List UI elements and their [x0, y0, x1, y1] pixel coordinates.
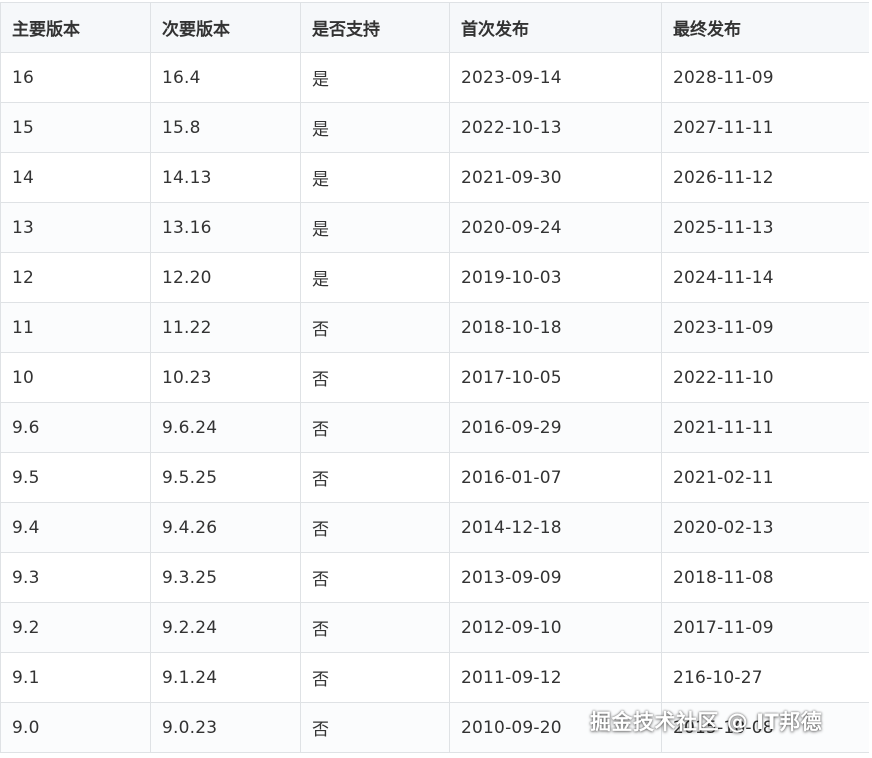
- table-row: 9.3 9.3.25 否 2013-09-09 2018-11-08: [0, 552, 869, 603]
- cell-final-release: 2021-11-11: [661, 402, 869, 453]
- cell-supported: 否: [300, 502, 450, 553]
- cell-minor-version: 9.1.24: [150, 652, 301, 703]
- cell-minor-version: 9.6.24: [150, 402, 301, 453]
- cell-major-version: 9.1: [0, 652, 151, 703]
- cell-final-release: 2022-11-10: [661, 352, 869, 403]
- cell-minor-version: 14.13: [150, 152, 301, 203]
- cell-minor-version: 9.0.23: [150, 702, 301, 753]
- cell-minor-version: 11.22: [150, 302, 301, 353]
- header-first-release: 首次发布: [449, 2, 662, 53]
- cell-major-version: 9.3: [0, 552, 151, 603]
- cell-supported: 是: [300, 52, 450, 103]
- cell-major-version: 9.6: [0, 402, 151, 453]
- cell-supported: 是: [300, 252, 450, 303]
- cell-first-release: 2021-09-30: [449, 152, 662, 203]
- header-supported: 是否支持: [300, 2, 450, 53]
- cell-first-release: 2023-09-14: [449, 52, 662, 103]
- cell-major-version: 12: [0, 252, 151, 303]
- cell-major-version: 16: [0, 52, 151, 103]
- cell-first-release: 2016-01-07: [449, 452, 662, 503]
- cell-supported: 是: [300, 152, 450, 203]
- cell-final-release: 2021-02-11: [661, 452, 869, 503]
- cell-supported: 否: [300, 452, 450, 503]
- cell-first-release: 2013-09-09: [449, 552, 662, 603]
- header-final-release: 最终发布: [661, 2, 869, 53]
- cell-supported: 否: [300, 702, 450, 753]
- header-minor-version: 次要版本: [150, 2, 301, 53]
- cell-final-release: 2020-02-13: [661, 502, 869, 553]
- cell-minor-version: 9.4.26: [150, 502, 301, 553]
- cell-first-release: 2017-10-05: [449, 352, 662, 403]
- table-body: 16 16.4 是 2023-09-14 2028-11-09 15 15.8 是 2022-1…: [0, 52, 869, 753]
- cell-first-release: 2020-09-24: [449, 202, 662, 253]
- header-major-version: 主要版本: [0, 2, 151, 53]
- table-row: 11 11.22 否 2018-10-18 2023-11-09: [0, 302, 869, 353]
- cell-first-release: 2012-09-10: [449, 602, 662, 653]
- table-row: 9.2 9.2.24 否 2012-09-10 2017-11-09: [0, 602, 869, 653]
- cell-major-version: 15: [0, 102, 151, 153]
- cell-final-release: 2026-11-12: [661, 152, 869, 203]
- cell-supported: 否: [300, 552, 450, 603]
- cell-major-version: 13: [0, 202, 151, 253]
- cell-supported: 否: [300, 352, 450, 403]
- cell-major-version: 9.2: [0, 602, 151, 653]
- cell-supported: 否: [300, 602, 450, 653]
- cell-first-release: 2011-09-12: [449, 652, 662, 703]
- table-row: 15 15.8 是 2022-10-13 2027-11-11: [0, 102, 869, 153]
- cell-minor-version: 10.23: [150, 352, 301, 403]
- cell-supported: 否: [300, 402, 450, 453]
- cell-first-release: 2014-12-18: [449, 502, 662, 553]
- cell-final-release: 2027-11-11: [661, 102, 869, 153]
- cell-final-release: 2024-11-14: [661, 252, 869, 303]
- table-row: 14 14.13 是 2021-09-30 2026-11-12: [0, 152, 869, 203]
- cell-minor-version: 9.5.25: [150, 452, 301, 503]
- cell-supported: 否: [300, 652, 450, 703]
- watermark: 掘金技术社区 @ IT邦德: [590, 710, 823, 734]
- cell-first-release: 2019-10-03: [449, 252, 662, 303]
- cell-first-release: 2022-10-13: [449, 102, 662, 153]
- version-table-container: 主要版本 次要版本 是否支持 首次发布 最终发布 16 16.4 是 2023-09-…: [0, 2, 869, 753]
- table-row: 10 10.23 否 2017-10-05 2022-11-10: [0, 352, 869, 403]
- cell-major-version: 14: [0, 152, 151, 203]
- cell-first-release: 2016-09-29: [449, 402, 662, 453]
- cell-minor-version: 9.3.25: [150, 552, 301, 603]
- cell-minor-version: 12.20: [150, 252, 301, 303]
- cell-major-version: 9.5: [0, 452, 151, 503]
- cell-minor-version: 15.8: [150, 102, 301, 153]
- cell-major-version: 9.4: [0, 502, 151, 553]
- table-header: 主要版本 次要版本 是否支持 首次发布 最终发布: [0, 2, 869, 53]
- cell-supported: 是: [300, 102, 450, 153]
- header-row: 主要版本 次要版本 是否支持 首次发布 最终发布: [0, 2, 869, 53]
- table-row: 9.5 9.5.25 否 2016-01-07 2021-02-11: [0, 452, 869, 503]
- table-row: 13 13.16 是 2020-09-24 2025-11-13: [0, 202, 869, 253]
- version-table: 主要版本 次要版本 是否支持 首次发布 最终发布 16 16.4 是 2023-09-…: [0, 2, 869, 753]
- cell-major-version: 9.0: [0, 702, 151, 753]
- cell-final-release: 2025-11-13: [661, 202, 869, 253]
- table-row: 9.1 9.1.24 否 2011-09-12 216-10-27: [0, 652, 869, 703]
- cell-minor-version: 13.16: [150, 202, 301, 253]
- cell-supported: 是: [300, 202, 450, 253]
- cell-minor-version: 9.2.24: [150, 602, 301, 653]
- table-row: 9.6 9.6.24 否 2016-09-29 2021-11-11: [0, 402, 869, 453]
- cell-final-release: 2023-11-09: [661, 302, 869, 353]
- cell-major-version: 10: [0, 352, 151, 403]
- cell-major-version: 11: [0, 302, 151, 353]
- cell-final-release: 2028-11-09: [661, 52, 869, 103]
- cell-final-release: 2017-11-09: [661, 602, 869, 653]
- cell-minor-version: 16.4: [150, 52, 301, 103]
- cell-final-release: 2018-11-08: [661, 552, 869, 603]
- cell-first-release: 2018-10-18: [449, 302, 662, 353]
- cell-supported: 否: [300, 302, 450, 353]
- table-row: 16 16.4 是 2023-09-14 2028-11-09: [0, 52, 869, 103]
- table-row: 9.4 9.4.26 否 2014-12-18 2020-02-13: [0, 502, 869, 553]
- cell-final-release: 216-10-27: [661, 652, 869, 703]
- table-row: 12 12.20 是 2019-10-03 2024-11-14: [0, 252, 869, 303]
